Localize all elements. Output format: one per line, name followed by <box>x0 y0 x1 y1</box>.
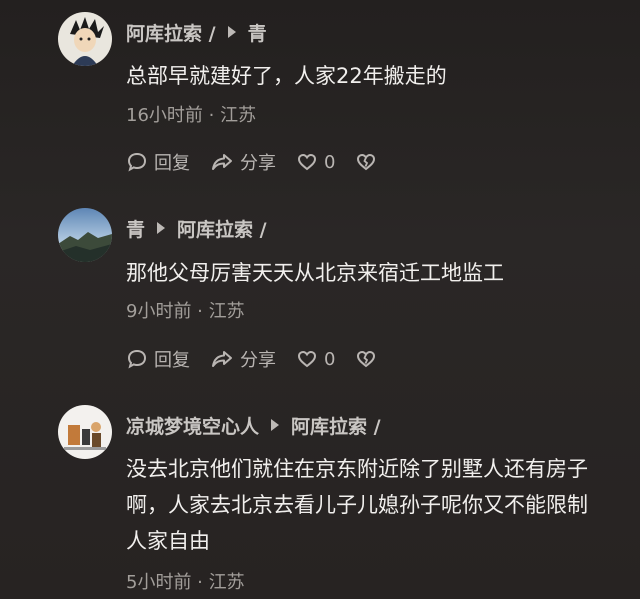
avatar-image-icon <box>58 12 112 66</box>
avatar[interactable] <box>58 405 112 459</box>
share-arrow-icon <box>212 154 232 170</box>
author-name[interactable]: 青 <box>126 215 145 242</box>
author-name[interactable]: 凉城梦境空心人 <box>126 412 259 439</box>
comment-time-location: 16小时前 · 江苏 <box>126 105 257 126</box>
like-count: 0 <box>324 348 336 370</box>
reply-label: 回复 <box>154 350 190 371</box>
comment-actions: 回复 分享 0 <box>126 344 397 374</box>
comment-text: 那他父母厉害天天从北京来宿迁工地监工 <box>126 261 504 285</box>
speech-bubble-icon <box>127 152 147 172</box>
reply-to-name[interactable]: 阿库拉索 / <box>177 215 267 242</box>
share-label: 分享 <box>240 153 276 174</box>
triangle-right-icon <box>157 222 166 234</box>
comment-actions: 回复 分享 0 <box>126 147 397 177</box>
reply-to-name[interactable]: 青 <box>248 19 267 46</box>
heart-icon <box>297 350 317 368</box>
avatar[interactable] <box>58 208 112 262</box>
share-button[interactable]: 分享 <box>210 346 276 372</box>
avatar-image-icon <box>58 405 112 459</box>
comment-text: 没去北京他们就住在京东附近除了别墅人还有房子 啊，人家去北京去看儿子儿媳孙子呢你… <box>126 451 626 559</box>
broken-heart-icon <box>357 350 376 368</box>
comment-header: 凉城梦境空心人 阿库拉索 / <box>126 411 381 439</box>
speech-bubble-icon <box>127 349 147 369</box>
like-count: 0 <box>324 151 336 173</box>
reply-label: 回复 <box>154 153 190 174</box>
reply-to-name[interactable]: 阿库拉索 / <box>291 412 381 439</box>
comment-time-location: 9小时前 · 江苏 <box>126 301 245 322</box>
triangle-right-icon <box>271 419 280 431</box>
author-name[interactable]: 阿库拉索 / <box>126 19 216 46</box>
share-button[interactable]: 分享 <box>210 149 276 175</box>
share-arrow-icon <box>212 351 232 367</box>
comment-text-line: 没去北京他们就住在京东附近除了别墅人还有房子 <box>126 457 588 481</box>
like-button[interactable]: 0 <box>296 348 335 370</box>
reply-button[interactable]: 回复 <box>126 149 190 175</box>
comment-text-line: 啊，人家去北京去看儿子儿媳孙子呢你又不能限制 <box>126 493 588 517</box>
dislike-button[interactable] <box>355 151 377 173</box>
heart-icon <box>297 153 317 171</box>
comment-header: 阿库拉索 / 青 <box>126 18 267 46</box>
broken-heart-icon <box>357 153 376 171</box>
dislike-button[interactable] <box>355 348 377 370</box>
like-button[interactable]: 0 <box>296 151 335 173</box>
reply-button[interactable]: 回复 <box>126 346 190 372</box>
comment-text-line: 人家自由 <box>126 529 210 553</box>
avatar-image-icon <box>58 208 112 262</box>
comment-text: 总部早就建好了，人家22年搬走的 <box>126 64 447 88</box>
triangle-right-icon <box>227 26 236 38</box>
comment-header: 青 阿库拉索 / <box>126 214 267 242</box>
avatar[interactable] <box>58 12 112 66</box>
comment-time-location: 5小时前 · 江苏 <box>126 572 245 593</box>
share-label: 分享 <box>240 350 276 371</box>
